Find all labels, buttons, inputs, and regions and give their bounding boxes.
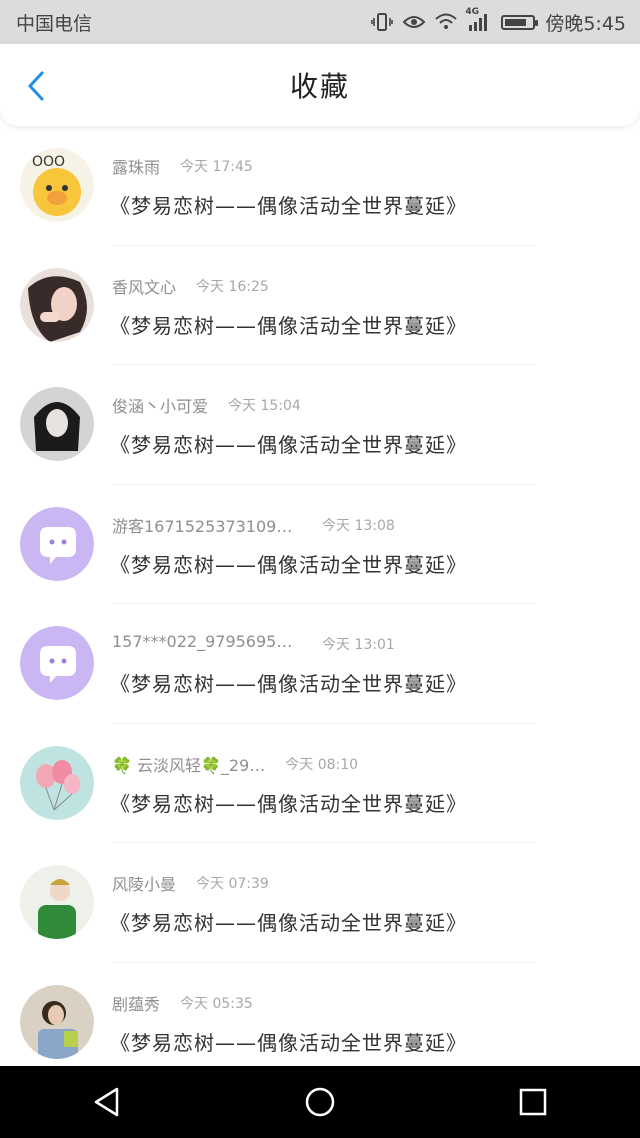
triangle-back-icon (94, 1087, 118, 1117)
system-nav-bar (0, 1066, 640, 1138)
back-nav-button[interactable] (77, 1072, 137, 1132)
item-meta: 🍀 云淡风轻🍀_29… 今天 08:10 (112, 752, 358, 776)
item-title: 《梦易恋树——偶像活动全世界蔓延》 (110, 672, 467, 696)
eye-icon (403, 14, 426, 30)
user-photo-icon (20, 984, 94, 1059)
timestamp: 今天 07:39 (196, 876, 269, 892)
item-title: 《梦易恋树——偶像活动全世界蔓延》 (110, 433, 467, 457)
avatar[interactable] (20, 506, 94, 581)
user-name: 剧蕴秀 (112, 994, 161, 1014)
avatar[interactable] (20, 387, 94, 461)
item-title: 《梦易恋树——偶像活动全世界蔓延》 (110, 911, 467, 935)
status-icons: 4G 傍晚5:45 (371, 7, 626, 36)
back-button[interactable] (18, 68, 54, 104)
timestamp: 今天 05:35 (180, 995, 253, 1012)
item-title: 《梦易恋树——偶像活动全世界蔓延》 (110, 552, 467, 577)
favorites-list: OOO 露珠雨 今天 17:45 《梦易恋树——偶像活动全世界蔓延》 香风文心 … (0, 126, 640, 1082)
list-item[interactable]: 风陵小曼 今天 07:39 《梦易恋树——偶像活动全世界蔓延》 (0, 843, 640, 963)
item-meta: 露珠雨 今天 17:45 (112, 154, 253, 178)
clock-label: 傍晚5:45 (545, 12, 626, 35)
user-name: 俊涵丶小可爱 (112, 397, 209, 416)
timestamp: 今天 08:10 (285, 756, 359, 773)
user-name: 157***022_9795695823 (112, 632, 302, 651)
chat-bubble-icon (20, 626, 94, 700)
signal-icon: 4G (465, 7, 491, 31)
item-title: 《梦易恋树——偶像活动全世界蔓延》 (110, 791, 467, 816)
svg-text:OOO: OOO (32, 154, 65, 170)
user-name: 露珠雨 (112, 158, 161, 177)
avatar[interactable] (20, 267, 94, 342)
chat-bubble-icon (20, 506, 94, 581)
avatar[interactable]: OOO (20, 148, 94, 222)
user-name: 风陵小曼 (112, 875, 177, 894)
timestamp: 今天 13:08 (322, 517, 395, 534)
item-title: 《梦易恋树——偶像活动全世界蔓延》 (110, 313, 467, 338)
circle-home-icon (305, 1087, 335, 1117)
avatar[interactable] (20, 745, 94, 820)
user-photo-icon (20, 267, 94, 342)
item-meta: 俊涵丶小可爱 今天 15:04 (112, 393, 301, 417)
item-title: 《梦易恋树——偶像活动全世界蔓延》 (110, 194, 467, 218)
item-meta: 香风文心 今天 16:25 (112, 274, 269, 298)
square-recents-icon (520, 1088, 547, 1116)
list-item[interactable]: 香风文心 今天 16:25 《梦易恋树——偶像活动全世界蔓延》 (0, 246, 640, 365)
balloons-icon (20, 745, 94, 820)
carrier-label: 中国电信 (16, 12, 93, 35)
avatar[interactable] (20, 865, 94, 939)
timestamp: 今天 16:25 (196, 278, 269, 295)
list-item[interactable]: OOO 露珠雨 今天 17:45 《梦易恋树——偶像活动全世界蔓延》 (0, 126, 640, 246)
user-photo-icon (20, 387, 94, 461)
list-item[interactable]: 俊涵丶小可爱 今天 15:04 《梦易恋树——偶像活动全世界蔓延》 (0, 365, 640, 485)
user-photo-icon (20, 865, 94, 939)
home-nav-button[interactable] (290, 1072, 350, 1132)
avatar[interactable] (20, 984, 94, 1059)
cartoon-chick-avatar-icon: OOO (20, 148, 94, 222)
user-name: 香风文心 (112, 277, 177, 297)
item-meta: 157***022_9795695823 今天 13:01 (112, 632, 395, 654)
status-bar: 中国电信 4G 傍晚5:45 (0, 0, 640, 44)
timestamp: 今天 17:45 (180, 159, 253, 175)
item-meta: 风陵小曼 今天 07:39 (112, 871, 269, 895)
timestamp: 今天 15:04 (228, 398, 301, 414)
recents-nav-button[interactable] (503, 1072, 563, 1132)
chevron-left-icon (28, 71, 44, 101)
list-item[interactable]: 🍀 云淡风轻🍀_29… 今天 08:10 《梦易恋树——偶像活动全世界蔓延》 (0, 724, 640, 843)
list-item[interactable]: 157***022_9795695823 今天 13:01 《梦易恋树——偶像活… (0, 604, 640, 724)
timestamp: 今天 13:01 (322, 637, 395, 653)
battery-icon (501, 14, 539, 30)
item-title: 《梦易恋树——偶像活动全世界蔓延》 (110, 1030, 467, 1055)
user-name: 🍀 云淡风轻🍀_29… (112, 755, 266, 775)
user-name: 游客1671525373109O5uN (112, 516, 302, 536)
item-meta: 游客1671525373109O5uN 今天 13:08 (112, 513, 395, 537)
vibrate-icon (371, 13, 394, 31)
page-title: 收藏 (289, 70, 350, 103)
item-meta: 剧蕴秀 今天 05:35 (112, 991, 253, 1015)
list-item[interactable]: 剧蕴秀 今天 05:35 《梦易恋树——偶像活动全世界蔓延》 (0, 963, 640, 1083)
wifi-icon (435, 13, 457, 31)
avatar[interactable] (20, 626, 94, 700)
list-item[interactable]: 游客1671525373109O5uN 今天 13:08 《梦易恋树——偶像活动… (0, 485, 640, 604)
nav-header: 收藏 (0, 44, 640, 126)
